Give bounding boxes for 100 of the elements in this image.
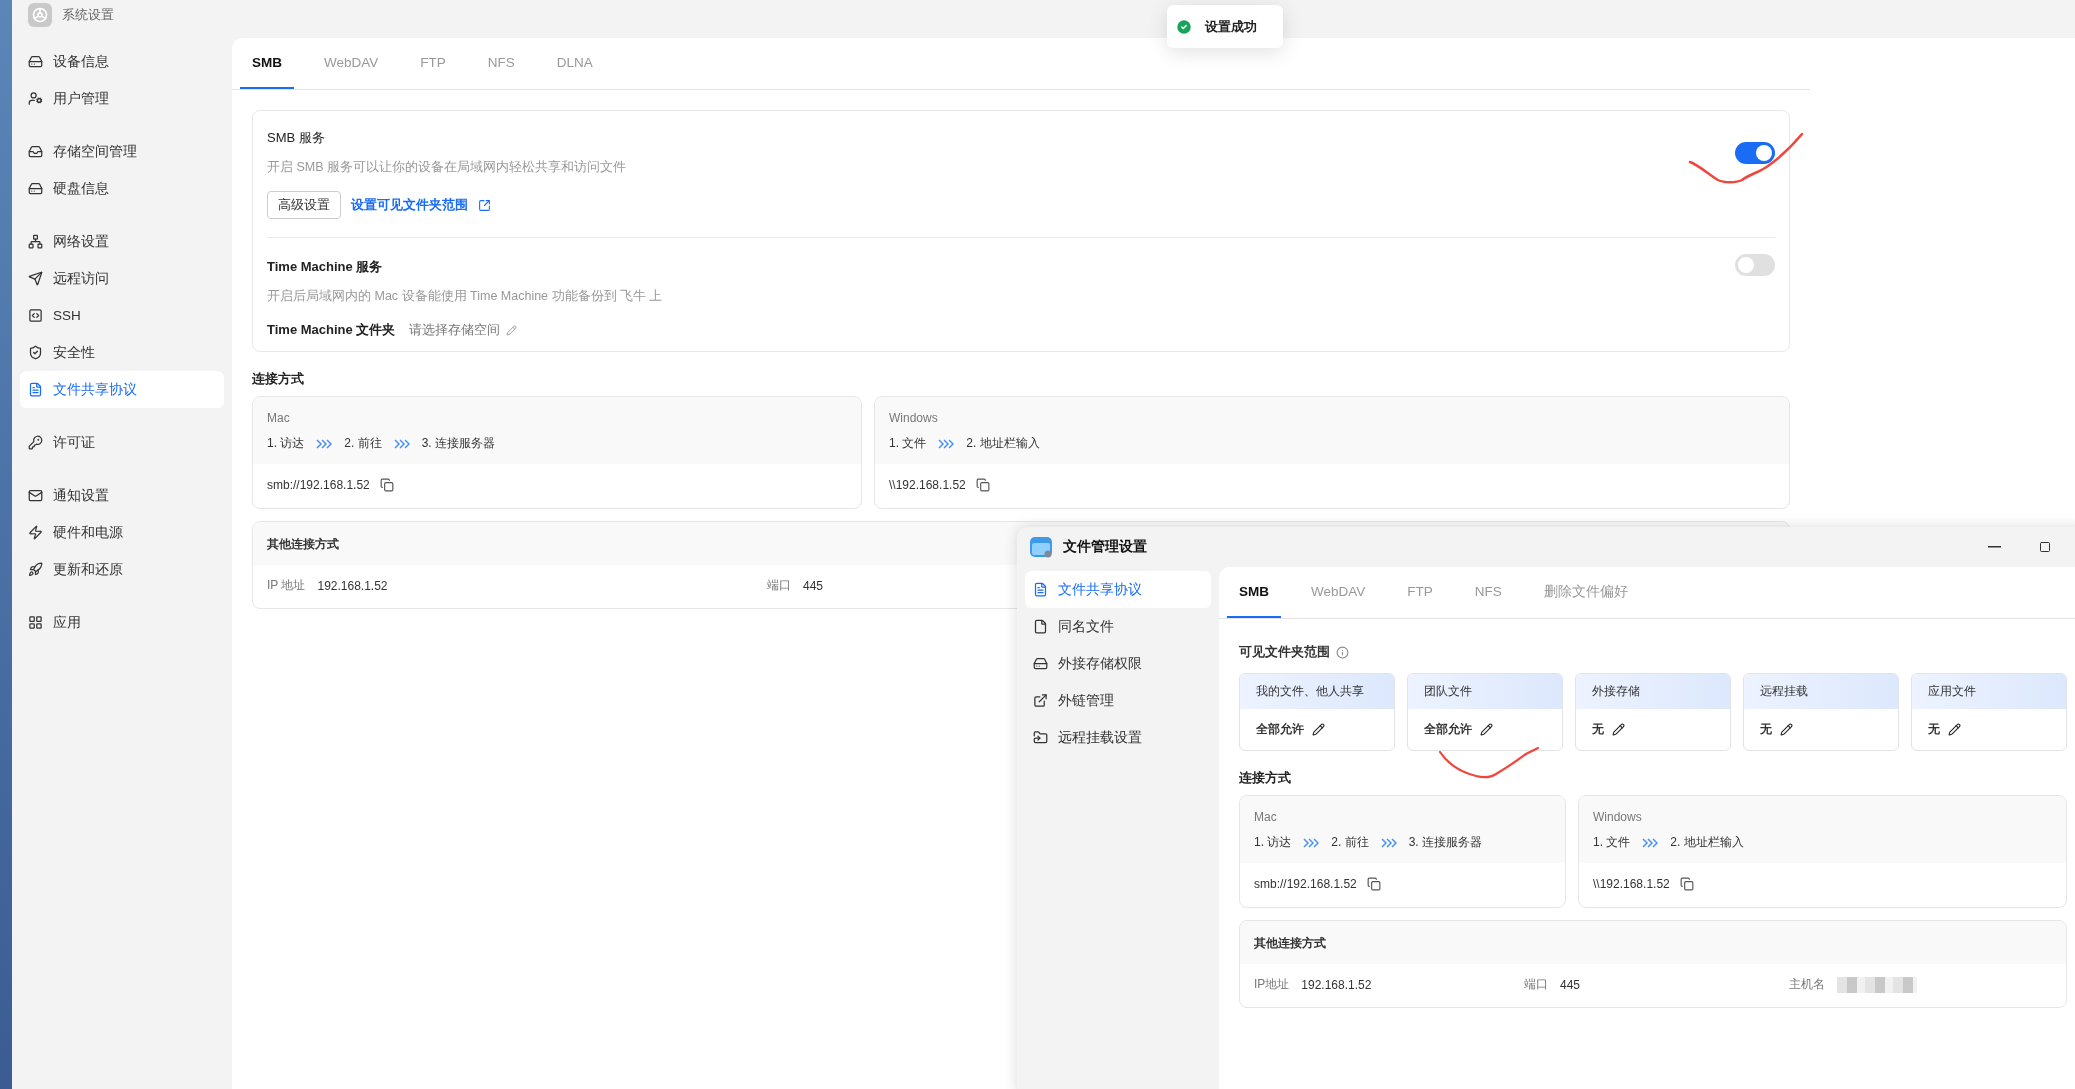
address-text: smb://192.168.1.52 [267,478,370,492]
tray-icon [28,144,43,159]
drive-icon [1033,656,1048,671]
scope-title: 应用文件 [1928,683,1976,700]
step-label: 1. 文件 [889,435,927,452]
step-label: 1. 文件 [1593,834,1631,851]
edit-icon[interactable] [1780,723,1793,736]
address-text: \\192.168.1.52 [1593,877,1670,891]
field-value: 445 [1560,977,1581,992]
scope-value: 无 [1928,721,1940,738]
paper-plane-icon [28,271,43,286]
section-heading: 连接方式 [252,370,305,388]
network-icon [28,234,43,249]
scope-value: 全部允许 [1424,721,1472,738]
drive-icon [28,181,43,196]
scope-value: 全部允许 [1256,721,1304,738]
advanced-settings-button[interactable]: 高级设置 [267,191,341,219]
sidebar-item[interactable]: 用户管理 [20,80,224,117]
scope-title: 外接存储 [1592,683,1640,700]
check-icon [1175,17,1193,36]
service-title: Time Machine 服务 [267,258,384,276]
step-label: 1. 访达 [267,435,305,452]
document-icon [1033,582,1048,597]
sidebar-item[interactable]: 更新和还原 [20,551,224,588]
sidebar-item[interactable]: 文件共享协议 [20,371,224,408]
info-icon[interactable] [1336,645,1349,659]
sidebar-item[interactable]: 存储空间管理 [20,133,224,170]
address-text: \\192.168.1.52 [889,478,966,492]
tab[interactable]: SMB [1227,567,1281,618]
external-link-icon[interactable] [478,198,491,212]
visible-folders-link[interactable]: 设置可见文件夹范围 [351,196,468,214]
sidebar-item[interactable]: 应用 [20,604,224,641]
service-description: 开启后局域网内的 Mac 设备能使用 Time Machine 功能备份到 飞牛 上 [267,288,663,305]
sidebar-item[interactable]: 同名文件 [1025,608,1211,645]
share-icon [1033,693,1048,708]
section-heading: 可见文件夹范围 [1239,643,1330,661]
edit-icon[interactable] [1948,723,1961,736]
sidebar-item[interactable]: 文件共享协议 [1025,571,1211,608]
drive-icon [28,54,43,69]
sidebar-item[interactable]: 设备信息 [20,43,224,80]
copy-icon[interactable] [1679,877,1694,891]
sidebar-item[interactable]: 远程挂载设置 [1025,719,1211,756]
bolt-icon [28,525,43,540]
step-label: 2. 地址栏输入 [966,435,1040,452]
sidebar-item[interactable]: 外链管理 [1025,682,1211,719]
sidebar-item[interactable]: 通知设置 [20,477,224,514]
field-value: 445 [803,578,824,593]
field-value: 192.168.1.52 [1301,977,1372,992]
edit-icon[interactable] [1612,723,1625,736]
copy-icon[interactable] [975,478,990,492]
scope-value: 无 [1760,721,1772,738]
rocket-icon [28,562,43,577]
field-label: IP地址 [1254,976,1290,993]
edit-icon[interactable] [1312,723,1325,736]
platform-label: Windows [1593,810,1643,824]
edit-icon[interactable] [1480,723,1493,736]
field-value: 192.168.1.52 [317,578,388,593]
chevrons-icon [1380,837,1397,848]
scope-title: 团队文件 [1424,683,1472,700]
chevrons-icon [1303,837,1320,848]
sidebar-item[interactable]: 硬件和电源 [20,514,224,551]
folder-value: 请选择存储空间 [409,321,501,339]
sidebar-item[interactable]: 硬盘信息 [20,170,224,207]
scope-value: 无 [1592,721,1604,738]
address-text: smb://192.168.1.52 [1254,877,1357,891]
field-label: 主机名 [1789,976,1825,993]
toast-message: 设置成功 [1205,17,1257,36]
step-label: 2. 前往 [344,435,382,452]
tab[interactable]: SMB [240,38,294,89]
app-title: 系统设置 [62,6,114,24]
section-heading: 连接方式 [1239,769,1292,787]
copy-icon[interactable] [379,478,394,492]
minimize-icon [1988,546,2001,548]
card-heading: 其他连接方式 [267,537,339,551]
field-label: 端口 [767,577,791,594]
folder-icon [1033,730,1048,745]
step-label: 2. 前往 [1331,834,1369,851]
key-icon [28,435,43,450]
step-label: 3. 连接服务器 [421,435,496,452]
sidebar-item[interactable]: SSH [20,297,224,334]
time-machine-toggle[interactable] [1735,254,1775,276]
sidebar-item[interactable]: 安全性 [20,334,224,371]
scope-title: 我的文件、他人共享 [1256,683,1364,700]
settings-app-icon [28,3,52,27]
scope-title: 远程挂载 [1760,683,1808,700]
sidebar-item[interactable]: 网络设置 [20,223,224,260]
sidebar-item[interactable]: 远程访问 [20,260,224,297]
platform-label: Mac [1254,810,1278,824]
copy-icon[interactable] [1366,877,1381,891]
platform-label: Mac [267,411,291,425]
smb-toggle[interactable] [1735,142,1775,164]
chevrons-icon [938,438,955,449]
sidebar-item[interactable]: 外接存储权限 [1025,645,1211,682]
document-icon [28,382,43,397]
step-label: 2. 地址栏输入 [1670,834,1744,851]
chevrons-icon [316,438,333,449]
field-label: IP 地址 [267,577,306,594]
sidebar-item[interactable]: 许可证 [20,424,224,461]
code-icon [28,308,43,323]
step-label: 1. 访达 [1254,834,1292,851]
